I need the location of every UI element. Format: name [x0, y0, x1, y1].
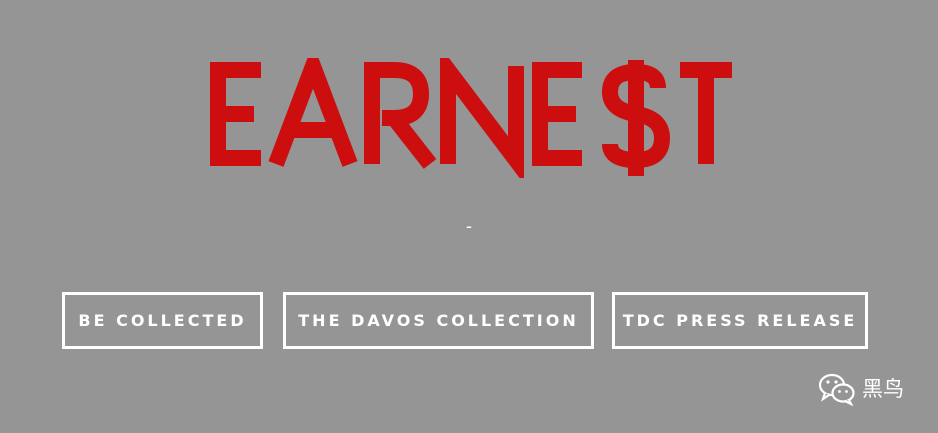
press-release-button[interactable]: TDC PRESS RELEASE [612, 292, 868, 349]
davos-collection-button[interactable]: THE DAVOS COLLECTION [283, 292, 594, 349]
be-collected-button[interactable]: BE COLLECTED [62, 292, 263, 349]
watermark-text: 黑鸟 [862, 377, 904, 401]
brand-logo[interactable] [206, 58, 736, 178]
separator: - [466, 216, 472, 236]
wechat-icon [818, 373, 855, 406]
brand-logo-graphic [210, 58, 732, 178]
watermark: 黑鸟 [818, 372, 904, 406]
